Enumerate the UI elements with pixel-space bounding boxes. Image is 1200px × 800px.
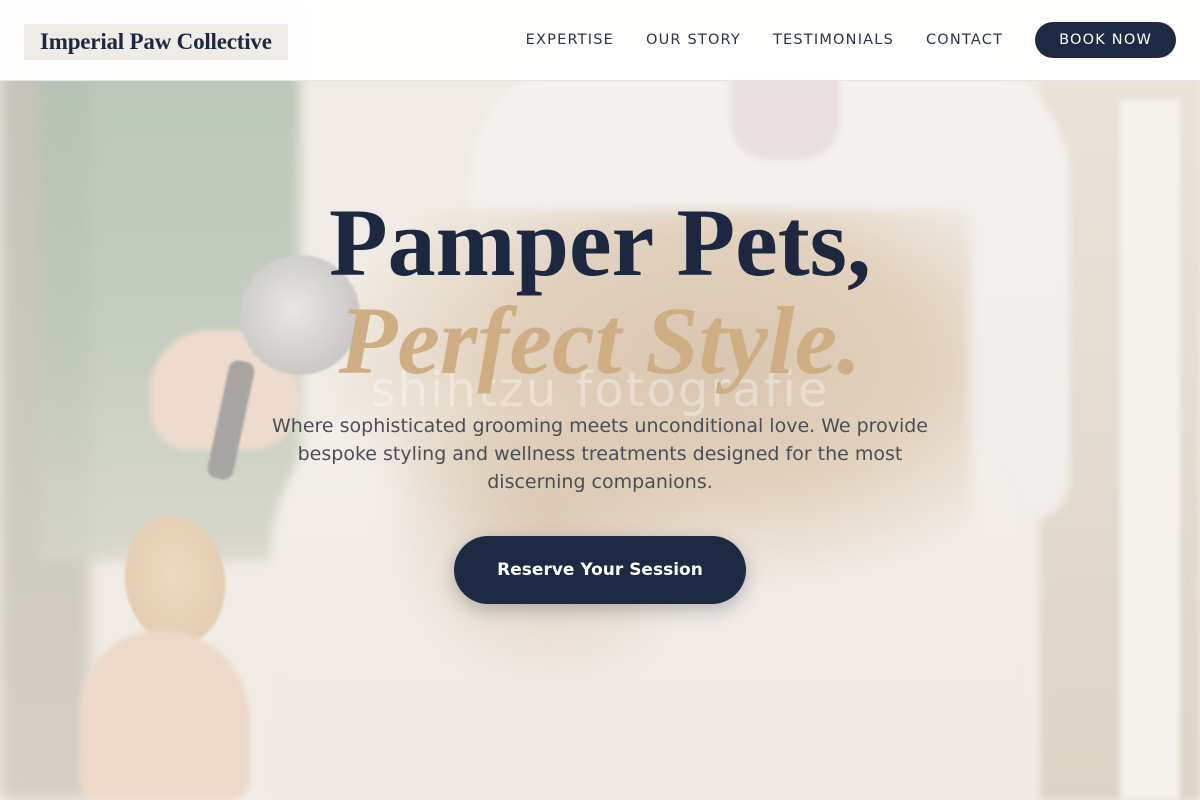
- brand-logo[interactable]: Imperial Paw Collective: [24, 24, 288, 60]
- hero-subtitle: Where sophisticated grooming meets uncon…: [272, 415, 928, 493]
- hero-headline: Pamper Pets,: [328, 189, 872, 296]
- nav-link-our-story[interactable]: OUR STORY: [646, 32, 741, 48]
- hero-headline-accent: Perfect Style.: [338, 287, 862, 394]
- nav-links: EXPERTISE OUR STORY TESTIMONIALS CONTACT…: [526, 22, 1176, 58]
- book-now-button[interactable]: BOOK NOW: [1035, 22, 1176, 58]
- hero-section: Pamper Pets, shihtzu fotografie Perfect …: [0, 0, 1200, 800]
- nav-link-testimonials[interactable]: TESTIMONIALS: [773, 32, 894, 48]
- navbar: Imperial Paw Collective EXPERTISE OUR ST…: [0, 0, 1200, 81]
- landing-page: Imperial Paw Collective EXPERTISE OUR ST…: [0, 0, 1200, 800]
- reserve-session-button[interactable]: Reserve Your Session: [454, 536, 746, 604]
- nav-link-contact[interactable]: CONTACT: [926, 32, 1003, 48]
- nav-link-expertise[interactable]: EXPERTISE: [526, 32, 614, 48]
